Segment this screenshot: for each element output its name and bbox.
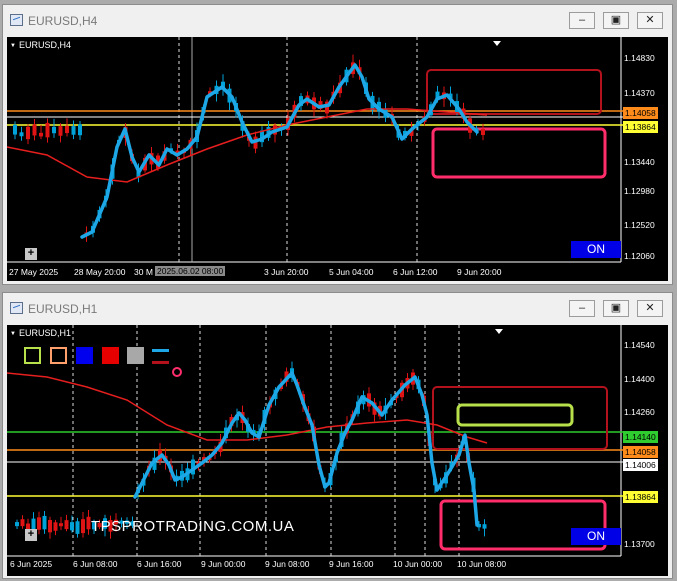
price-level-label: 1.14400 [624, 374, 655, 384]
zone-rectangle [431, 127, 607, 179]
crosshair-time-label: 2025.06.02 08:00 [155, 266, 226, 276]
price-level-label: 1.13700 [624, 539, 655, 549]
candle-body [71, 126, 76, 135]
close-button[interactable]: ✕ [637, 12, 663, 29]
candle-body [15, 522, 19, 527]
time-label: 9 Jun 20:00 [457, 267, 502, 277]
price-tag-yellow: 1.13864 [623, 121, 658, 133]
green-box-tool-icon[interactable] [24, 347, 41, 364]
time-label: 9 Jun 00:00 [201, 559, 246, 569]
candle-body [58, 126, 63, 136]
time-label: 3 Jun 20:00 [264, 267, 309, 277]
red-fill-tool-icon[interactable] [102, 347, 119, 364]
price-level-label: 1.13440 [624, 157, 655, 167]
chart-window-h4[interactable]: EURUSD,H4 – ▣ ✕ EURUSD,H4 + ON 1.14830 1… [2, 4, 673, 285]
candle-body [75, 521, 80, 534]
time-label: 9 Jun 16:00 [329, 559, 374, 569]
time-label: 6 Jun 12:00 [393, 267, 438, 277]
price-level-label: 1.14540 [624, 340, 655, 350]
price-level-label: 1.12060 [624, 251, 655, 261]
zone-rectangle [456, 403, 574, 427]
chart-app-icon [10, 302, 23, 314]
price-chart[interactable]: EURUSD,H4 + ON 1.14830 1.14370 1.13440 1… [7, 37, 668, 281]
time-label: 28 May 20:00 [74, 267, 126, 277]
candle-body [26, 126, 30, 140]
orange-box-tool-icon[interactable] [50, 347, 67, 364]
candle-body [48, 519, 52, 533]
watermark-text: TPSPROTRADING.COM.UA [91, 518, 295, 535]
price-level-label: 1.12520 [624, 220, 655, 230]
price-level-label: 1.14370 [624, 88, 655, 98]
candle-body [45, 122, 50, 138]
window-titlebar[interactable]: EURUSD,H1 – ▣ ✕ [3, 293, 672, 323]
candle-body [482, 524, 487, 529]
add-indicator-icon[interactable]: + [25, 248, 37, 260]
time-label: 10 Jun 00:00 [393, 559, 443, 569]
blue-fill-tool-icon[interactable] [76, 347, 93, 364]
symbol-label: EURUSD,H1 [10, 328, 71, 338]
chart-window-h1[interactable]: EURUSD,H1 – ▣ ✕ EURUSD,H1 TPSPROTRADING.… [2, 292, 673, 579]
price-tag-orange: 1.14058 [623, 446, 658, 458]
price-level-label: 1.14830 [624, 53, 655, 63]
on-toggle-button[interactable]: ON [571, 241, 621, 258]
candle-body [32, 124, 37, 136]
window-titlebar[interactable]: EURUSD,H4 – ▣ ✕ [3, 5, 672, 35]
candle-body [19, 132, 24, 137]
zone-rectangle [426, 69, 602, 115]
candle-body [481, 128, 485, 136]
price-tag-orange: 1.14058 [623, 107, 658, 119]
time-label: 30 M [134, 267, 153, 277]
blue-line-tool-icon[interactable] [152, 349, 169, 352]
chart-app-icon [10, 14, 23, 26]
trend-line [80, 63, 479, 239]
moving-average-line [7, 108, 488, 183]
scroll-marker-icon [493, 41, 501, 46]
price-tag-green: 1.14140 [623, 431, 658, 443]
candle-body [52, 126, 56, 134]
symbol-label: EURUSD,H4 [10, 40, 71, 50]
time-label: 6 Jun 08:00 [73, 559, 118, 569]
gray-fill-tool-icon[interactable] [127, 347, 144, 364]
price-chart[interactable]: EURUSD,H1 TPSPROTRADING.COM.UA + ON 1.14… [7, 325, 668, 576]
candle-body [86, 516, 91, 530]
close-button[interactable]: ✕ [637, 300, 663, 317]
time-label: 6 Jun 2025 [10, 559, 53, 569]
minimize-button[interactable]: – [569, 300, 595, 317]
price-level-label: 1.12980 [624, 186, 655, 196]
price-level-label: 1.14260 [624, 407, 655, 417]
time-label: 27 May 2025 [9, 267, 59, 277]
candle-body [53, 522, 58, 531]
price-tag-white: 1.14006 [623, 459, 658, 471]
candle-body [20, 519, 25, 527]
red-line-tool-icon[interactable] [152, 361, 169, 364]
add-indicator-icon[interactable]: + [25, 529, 37, 541]
chart-canvas[interactable] [7, 37, 668, 281]
window-title: EURUSD,H1 [28, 302, 98, 316]
minimize-button[interactable]: – [569, 12, 595, 29]
price-tag-yellow: 1.13864 [623, 491, 658, 503]
candle-body [59, 523, 63, 527]
time-label: 6 Jun 16:00 [137, 559, 182, 569]
candle-body [37, 517, 41, 530]
candle-body [13, 124, 17, 135]
circle-tool-icon[interactable] [172, 367, 182, 377]
candle-body [65, 125, 69, 134]
scroll-marker-icon [495, 329, 503, 334]
time-label: 9 Jun 08:00 [265, 559, 310, 569]
candle-body [42, 515, 47, 530]
candle-body [64, 520, 69, 530]
on-toggle-button[interactable]: ON [571, 528, 621, 545]
candle-body [70, 522, 74, 531]
maximize-button[interactable]: ▣ [603, 12, 629, 29]
candle-body [81, 519, 85, 534]
time-label: 5 Jun 04:00 [329, 267, 374, 277]
candle-body [78, 124, 82, 136]
maximize-button[interactable]: ▣ [603, 300, 629, 317]
time-label: 10 Jun 08:00 [457, 559, 507, 569]
candle-body [39, 132, 43, 137]
window-title: EURUSD,H4 [28, 14, 98, 28]
